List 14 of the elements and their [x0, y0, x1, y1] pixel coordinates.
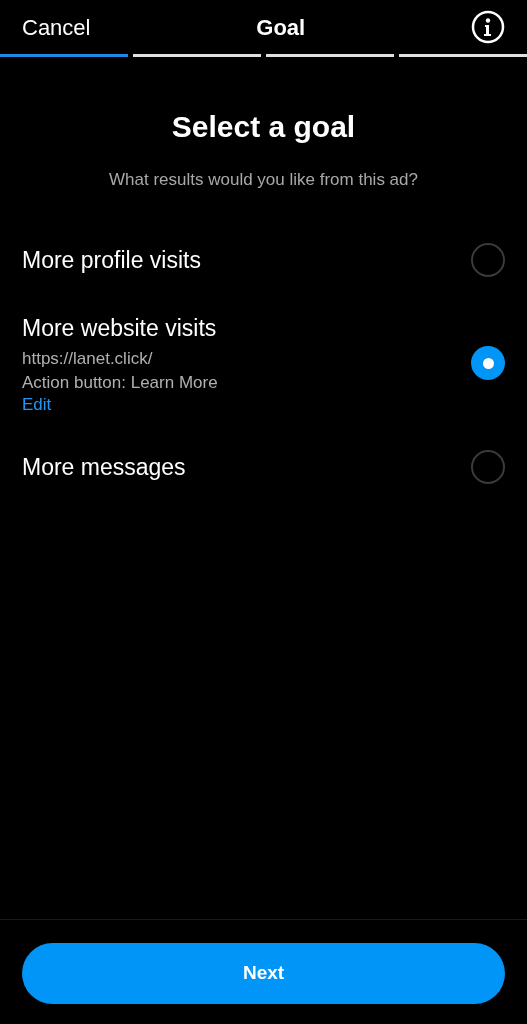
- goal-option-label[interactable]: More messages: [22, 449, 186, 484]
- edit-link[interactable]: Edit: [22, 393, 218, 416]
- goal-option-label[interactable]: More website visits: [22, 311, 218, 346]
- radio-button[interactable]: [471, 242, 505, 277]
- cancel-button[interactable]: Cancel: [22, 10, 91, 44]
- screen-title: Goal: [256, 13, 306, 42]
- info-icon[interactable]: [471, 10, 505, 44]
- radio-button[interactable]: [471, 346, 505, 381]
- subheading: What results would you like from this ad?: [109, 169, 418, 191]
- goal-option-label[interactable]: More profile visits: [22, 242, 201, 277]
- goal-detail: https://lanet.click/: [22, 347, 154, 370]
- radio-button[interactable]: [471, 449, 505, 484]
- page-heading: Select a goal: [171, 109, 356, 145]
- goal-detail: Action button: Learn More: [22, 371, 218, 394]
